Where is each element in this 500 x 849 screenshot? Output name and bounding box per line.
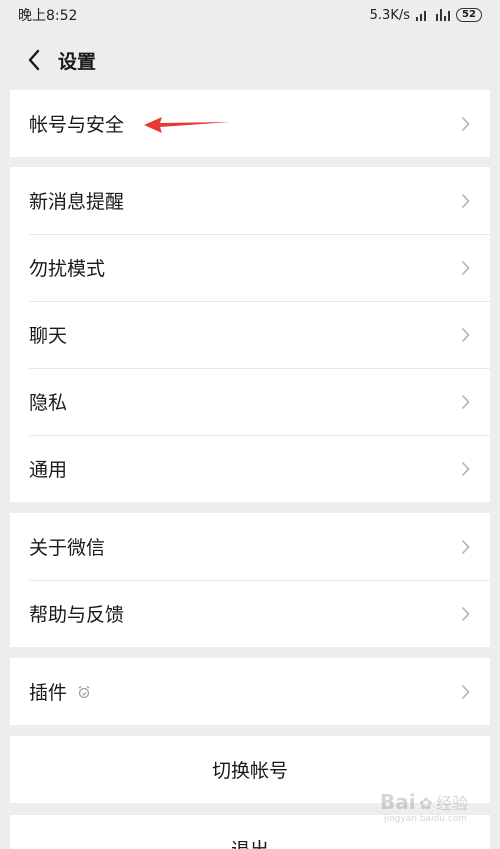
settings-item-label: 帐号与安全 — [29, 114, 125, 136]
annotation-arrow-icon — [144, 117, 230, 133]
chevron-right-icon — [461, 461, 470, 476]
watermark-suffix: 经验 — [436, 794, 469, 813]
settings-item-chat[interactable]: 聊天 — [10, 301, 490, 368]
chevron-right-icon — [461, 260, 470, 275]
settings-item-privacy[interactable]: 隐私 — [10, 368, 490, 435]
status-right: 5.3K/s 52 — [370, 8, 482, 23]
settings-item-label: 聊天 — [29, 325, 68, 347]
settings-item-plugins[interactable]: 插件 — [10, 658, 490, 725]
settings-item-label: 新消息提醒 — [29, 191, 125, 213]
wifi-icon — [436, 9, 450, 21]
settings-item-about-wechat[interactable]: 关于微信 — [10, 513, 490, 580]
chevron-right-icon — [461, 116, 470, 131]
chevron-right-icon — [461, 684, 470, 699]
settings-item-new-message-alerts[interactable]: 新消息提醒 — [10, 167, 490, 234]
settings-group-account: 帐号与安全 — [10, 90, 490, 157]
settings-group-about: 关于微信 帮助与反馈 — [10, 513, 490, 647]
chevron-left-icon — [28, 49, 40, 71]
settings-item-do-not-disturb[interactable]: 勿扰模式 — [10, 234, 490, 301]
settings-item-label: 插件 — [29, 682, 68, 704]
page-title: 设置 — [58, 51, 97, 73]
logout-label: 退出 — [231, 835, 269, 849]
watermark-url: jingyan.baidu.com — [384, 814, 468, 824]
settings-item-label: 勿扰模式 — [29, 258, 106, 280]
chevron-right-icon — [461, 193, 470, 208]
watermark-brand: Bai — [380, 790, 416, 814]
settings-group-plugins: 插件 — [10, 658, 490, 725]
network-speed: 5.3K/s — [369, 7, 410, 23]
settings-item-account-security[interactable]: 帐号与安全 — [10, 90, 490, 157]
back-button[interactable] — [20, 46, 48, 74]
settings-item-general[interactable]: 通用 — [10, 435, 490, 502]
battery-icon: 52 — [456, 8, 482, 22]
settings-item-label: 关于微信 — [29, 537, 106, 559]
chevron-right-icon — [461, 539, 470, 554]
chevron-right-icon — [461, 606, 470, 621]
switch-account-label: 切换帐号 — [211, 760, 288, 782]
watermark-paw-icon: ✿ — [419, 794, 433, 813]
settings-group-general: 新消息提醒 勿扰模式 聊天 隐私 通用 — [10, 167, 490, 502]
nav-bar: 设置 — [0, 34, 500, 86]
chevron-right-icon — [461, 394, 470, 409]
settings-item-label: 帮助与反馈 — [29, 604, 125, 626]
settings-item-label: 通用 — [29, 459, 68, 481]
status-bar: 晚上8:52 5.3K/s 52 — [0, 0, 500, 30]
chevron-right-icon — [461, 327, 470, 342]
settings-item-help-feedback[interactable]: 帮助与反馈 — [10, 580, 490, 647]
signal-icon — [416, 9, 426, 21]
status-time: 晚上8:52 — [18, 8, 78, 24]
watermark: Bai ✿ 经验 jingyan.baidu.com — [380, 790, 490, 840]
settings-item-label: 隐私 — [29, 392, 68, 414]
plugin-icon — [78, 685, 90, 698]
